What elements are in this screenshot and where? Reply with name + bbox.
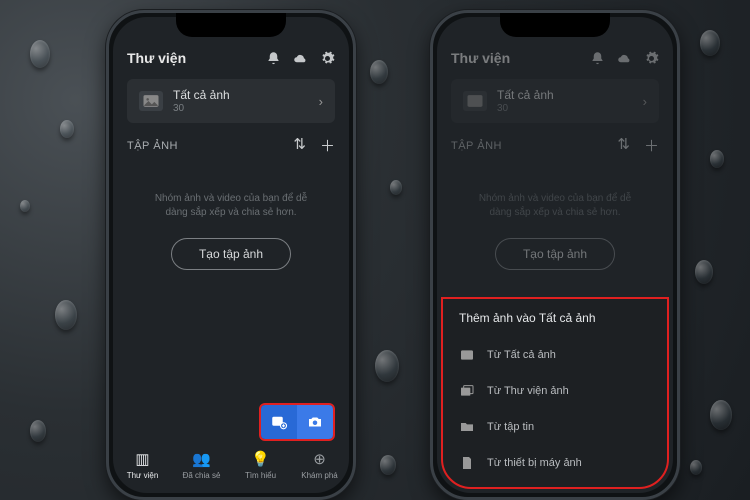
top-bar: Thư viện <box>437 43 673 73</box>
cloud-icon[interactable] <box>617 51 632 66</box>
gear-icon[interactable] <box>644 51 659 66</box>
notch <box>176 13 286 37</box>
phone-left: Thư viện Tất cả ảnh 30 › TẬP ẢNH ⇅ <box>106 10 356 500</box>
sort-icon[interactable]: ⇅ <box>617 135 630 156</box>
sheet-item-camera-device[interactable]: Từ thiết bị máy ảnh <box>459 445 651 481</box>
album-card[interactable]: Tất cả ảnh 30 › <box>127 79 335 123</box>
empty-text: dàng sắp xếp và chia sẻ hơn. <box>457 206 653 220</box>
sheet-item-files[interactable]: Từ tập tin <box>459 409 651 445</box>
sort-icon[interactable]: ⇅ <box>293 135 306 156</box>
add-photo-button[interactable] <box>261 405 297 439</box>
sheet-item-all-photos[interactable]: Từ Tất cả ảnh <box>459 337 651 373</box>
gallery-icon <box>459 383 475 399</box>
phone-right: Thư viện Tất cả ảnh 30 › TẬP ẢNH ⇅ <box>430 10 680 500</box>
bottom-nav: ▥ Thư viện 👥 Đã chia sẻ 💡 Tìm hiểu ⊕ Khá… <box>113 443 349 487</box>
empty-text: dàng sắp xếp và chia sẻ hơn. <box>133 206 329 220</box>
chevron-right-icon: › <box>643 94 647 109</box>
notch <box>500 13 610 37</box>
create-album-button[interactable]: Tạo tập ảnh <box>495 238 615 270</box>
album-title: Tất cả ảnh <box>173 88 309 102</box>
page-title: Thư viện <box>127 50 266 66</box>
fab-highlight <box>259 403 335 441</box>
bell-icon[interactable] <box>266 51 281 66</box>
album-card[interactable]: Tất cả ảnh 30 › <box>451 79 659 123</box>
nav-discover[interactable]: ⊕ Khám phá <box>290 443 349 487</box>
album-count: 30 <box>497 103 633 114</box>
image-icon <box>139 91 163 111</box>
album-count: 30 <box>173 103 309 114</box>
empty-text: Nhóm ảnh và video của bạn để dễ <box>133 192 329 206</box>
empty-text: Nhóm ảnh và video của bạn để dễ <box>457 192 653 206</box>
sheet-title: Thêm ảnh vào Tất cả ảnh <box>459 311 651 333</box>
document-icon <box>459 455 475 471</box>
chevron-right-icon: › <box>319 94 323 109</box>
bell-icon[interactable] <box>590 51 605 66</box>
add-icon[interactable]: ＋ <box>320 135 335 156</box>
add-icon[interactable]: ＋ <box>644 135 659 156</box>
nav-shared[interactable]: 👥 Đã chia sẻ <box>172 443 231 487</box>
create-album-button[interactable]: Tạo tập ảnh <box>171 238 291 270</box>
album-title: Tất cả ảnh <box>497 88 633 102</box>
cloud-icon[interactable] <box>293 51 308 66</box>
globe-icon: ⊕ <box>313 450 326 468</box>
bulb-icon: 💡 <box>251 450 270 468</box>
books-icon: ▥ <box>135 450 149 468</box>
gear-icon[interactable] <box>320 51 335 66</box>
image-icon <box>459 347 475 363</box>
folder-icon <box>459 419 475 435</box>
people-icon: 👥 <box>192 450 211 468</box>
nav-learn[interactable]: 💡 Tìm hiểu <box>231 443 290 487</box>
nav-library[interactable]: ▥ Thư viện <box>113 443 172 487</box>
sheet-item-photo-library[interactable]: Từ Thư viện ảnh <box>459 373 651 409</box>
section-label: TẬP ẢNH <box>127 140 293 152</box>
image-icon <box>463 91 487 111</box>
page-title: Thư viện <box>451 50 590 66</box>
section-label: TẬP ẢNH <box>451 140 617 152</box>
camera-button[interactable] <box>297 405 333 439</box>
add-photo-sheet: Thêm ảnh vào Tất cả ảnh Từ Tất cả ảnh Từ… <box>441 297 669 489</box>
top-bar: Thư viện <box>113 43 349 73</box>
